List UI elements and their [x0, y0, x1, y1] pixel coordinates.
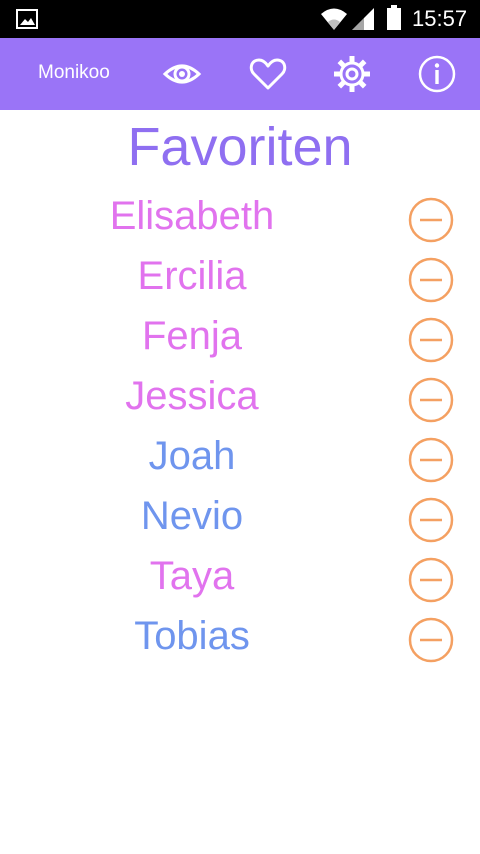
image-notification-icon [16, 9, 38, 29]
minus-circle-icon [408, 437, 454, 483]
list-item: Joah [0, 428, 480, 488]
favorites-list: Elisabeth Ercilia Fenja Jessica Joah Nevio Tay… [0, 188, 480, 668]
signal-icon [352, 8, 374, 30]
minus-circle-icon [408, 317, 454, 363]
favorite-name: Jessica [125, 374, 259, 418]
battery-icon [387, 5, 401, 30]
list-item: Fenja [0, 308, 480, 368]
remove-favorite-button[interactable] [408, 197, 454, 243]
favorite-name: Taya [149, 554, 235, 598]
minus-circle-icon [408, 377, 454, 423]
favorite-name: Elisabeth [109, 194, 275, 238]
minus-circle-icon [408, 197, 454, 243]
app-name: Monikoo [38, 62, 110, 83]
favorite-name: Joah [148, 434, 236, 478]
wifi-icon [321, 8, 347, 30]
heart-icon [249, 58, 287, 90]
list-item: Tobias [0, 608, 480, 668]
page-title: Favoriten [127, 117, 353, 177]
list-item: Jessica [0, 368, 480, 428]
remove-favorite-button[interactable] [408, 557, 454, 603]
minus-circle-icon [408, 557, 454, 603]
favorite-name: Ercilia [137, 254, 247, 298]
remove-favorite-button[interactable] [408, 257, 454, 303]
remove-favorite-button[interactable] [408, 317, 454, 363]
favorite-name: Tobias [134, 614, 250, 658]
eye-icon [162, 64, 202, 84]
settings-button[interactable] [332, 54, 372, 94]
list-item: Ercilia [0, 248, 480, 308]
favorite-name: Nevio [140, 494, 244, 538]
app-bar: Monikoo [0, 38, 480, 110]
favorites-button[interactable] [248, 54, 288, 94]
list-item: Nevio [0, 488, 480, 548]
minus-circle-icon [408, 617, 454, 663]
remove-favorite-button[interactable] [408, 377, 454, 423]
clock: 15:57 [412, 6, 468, 31]
info-button[interactable] [417, 54, 457, 94]
minus-circle-icon [408, 497, 454, 543]
info-icon [418, 55, 456, 93]
eye-button[interactable] [162, 54, 202, 94]
gear-icon [334, 56, 370, 92]
list-item: Taya [0, 548, 480, 608]
remove-favorite-button[interactable] [408, 437, 454, 483]
list-item: Elisabeth [0, 188, 480, 248]
minus-circle-icon [408, 257, 454, 303]
remove-favorite-button[interactable] [408, 497, 454, 543]
remove-favorite-button[interactable] [408, 617, 454, 663]
status-bar: 15:57 [0, 0, 480, 38]
favorite-name: Fenja [141, 314, 243, 358]
